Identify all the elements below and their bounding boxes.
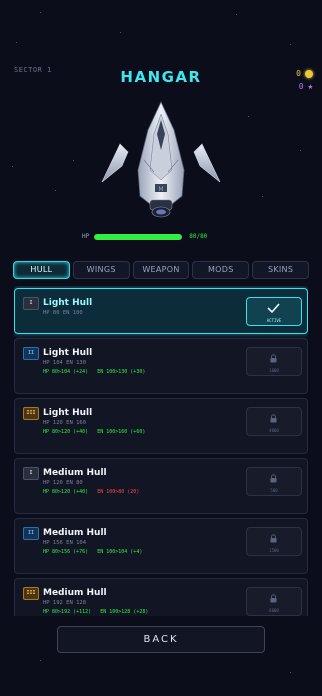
hull-card-light-2[interactable]: II Light Hull HP 104 EN 130 HP 80>104 (+… [14, 338, 308, 394]
tier-badge: III [23, 407, 39, 420]
hull-name: Light Hull [43, 408, 93, 418]
hp-delta: HP 80>120 (+40) [43, 429, 89, 435]
tier-badge: III [23, 587, 39, 600]
hull-delta: HP 80>192 (+112) EN 100>128 (+28) [43, 609, 148, 615]
unlock-cost: 1000 [269, 368, 279, 373]
unlock-button[interactable]: 6000 [246, 587, 302, 616]
hull-stats: HP 120 EN 160 [43, 420, 87, 426]
hull-stats: HP 80 EN 100 [43, 310, 83, 316]
hull-stats: HP 120 EN 80 [43, 480, 83, 486]
svg-text:M: M [158, 186, 163, 193]
hp-track [94, 233, 183, 240]
en-delta: EN 100>130 (+30) [97, 369, 146, 375]
active-button[interactable]: ACTIVE [246, 297, 302, 326]
en-delta: EN 100>128 (+28) [100, 609, 149, 615]
tier-badge: I [23, 467, 39, 480]
star-count: 0 [298, 82, 304, 91]
hp-fill [94, 233, 183, 240]
hull-card-medium-2[interactable]: II Medium Hull HP 156 EN 104 HP 80>156 (… [14, 518, 308, 574]
unlock-cost: 500 [270, 488, 278, 493]
category-tabs: HULL WINGS WEAPON MODS SKINS [13, 261, 309, 279]
tier-badge: II [23, 347, 39, 360]
ship-preview: M [101, 101, 221, 218]
hull-list[interactable]: I Light Hull HP 80 EN 100 ACTIVE II Ligh… [14, 286, 308, 616]
star-counter: 0 ★ [299, 82, 313, 91]
hull-delta: HP 80>104 (+24) EN 100>130 (+30) [43, 369, 145, 375]
hp-delta: HP 80>120 (+40) [43, 489, 89, 495]
coin-counter: 0 [296, 69, 313, 78]
hp-bar: HP 80/80 [82, 233, 207, 240]
coin-icon [305, 69, 313, 78]
page-title: HANGAR [120, 68, 202, 86]
hull-delta: HP 80>156 (+76) EN 100>104 (+4) [43, 549, 142, 555]
en-delta: EN 100>104 (+4) [97, 549, 143, 555]
en-delta: EN 100>160 (+60) [97, 429, 146, 435]
tab-skins[interactable]: SKINS [252, 261, 309, 279]
hp-delta: HP 80>104 (+24) [43, 369, 89, 375]
hull-card-medium-1[interactable]: I Medium Hull HP 120 EN 80 HP 80>120 (+4… [14, 458, 308, 514]
lock-icon [270, 414, 277, 423]
lock-icon [270, 474, 277, 483]
hull-delta: HP 80>120 (+40) EN 100>160 (+60) [43, 429, 145, 435]
hull-delta: HP 80>120 (+40) EN 100>80 (20) [43, 489, 139, 495]
check-icon [267, 303, 280, 314]
hull-name: Medium Hull [43, 588, 107, 598]
hull-name: Medium Hull [43, 468, 107, 478]
hull-name: Medium Hull [43, 528, 107, 538]
hull-card-medium-3[interactable]: III Medium Hull HP 192 EN 128 HP 80>192 … [14, 578, 308, 616]
hp-label: HP [82, 233, 90, 240]
coin-count: 0 [296, 69, 301, 78]
tab-mods[interactable]: MODS [192, 261, 250, 279]
hull-card-light-1[interactable]: I Light Hull HP 80 EN 100 ACTIVE [14, 288, 308, 334]
hp-value: 80/80 [189, 233, 208, 240]
hull-stats: HP 156 EN 104 [43, 540, 87, 546]
lock-icon [270, 594, 277, 603]
unlock-cost: 1500 [269, 548, 279, 553]
tab-hull[interactable]: HULL [13, 261, 70, 279]
hull-name: Light Hull [43, 348, 93, 358]
hp-delta: HP 80>156 (+76) [43, 549, 89, 555]
hull-card-light-3[interactable]: III Light Hull HP 120 EN 160 HP 80>120 (… [14, 398, 308, 454]
unlock-cost: 6000 [269, 608, 279, 613]
unlock-button[interactable]: 4000 [246, 407, 302, 436]
back-button[interactable]: BACK [57, 626, 265, 653]
tier-badge: I [23, 297, 39, 310]
tab-weapon[interactable]: WEAPON [132, 261, 190, 279]
en-delta: EN 100>80 (20) [97, 489, 140, 495]
hull-stats: HP 104 EN 130 [43, 360, 87, 366]
unlock-button[interactable]: 1500 [246, 527, 302, 556]
hp-delta: HP 80>192 (+112) [43, 609, 92, 615]
star-icon: ★ [307, 81, 313, 92]
hull-name: Light Hull [43, 298, 93, 308]
lock-icon [270, 534, 277, 543]
hull-stats: HP 192 EN 128 [43, 600, 87, 606]
unlock-button[interactable]: 500 [246, 467, 302, 496]
lock-icon [270, 354, 277, 363]
unlock-cost: 4000 [269, 428, 279, 433]
tab-wings[interactable]: WINGS [72, 261, 130, 279]
unlock-button[interactable]: 1000 [246, 347, 302, 376]
active-label: ACTIVE [266, 318, 282, 323]
tier-badge: II [23, 527, 39, 540]
